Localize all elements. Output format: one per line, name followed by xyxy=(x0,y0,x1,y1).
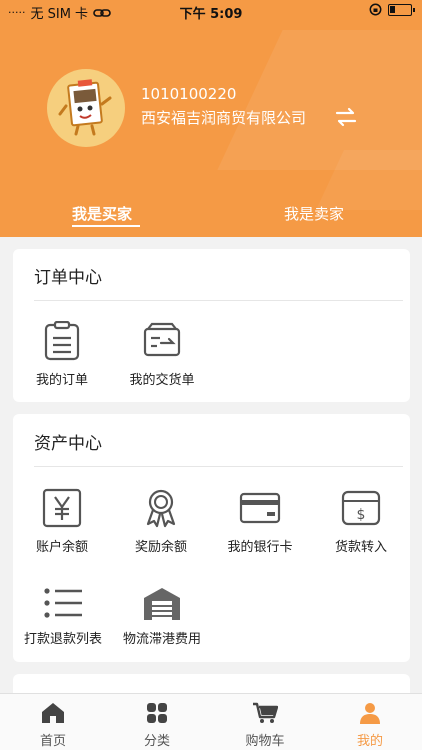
home-icon xyxy=(42,703,64,723)
delivery-note-icon xyxy=(143,322,181,357)
order-list-icon xyxy=(44,321,80,361)
tab-buyer[interactable]: 我是买家 xyxy=(72,203,132,224)
reward-balance-button[interactable]: 奖励余额 xyxy=(111,488,211,555)
item-label: 打款退款列表 xyxy=(23,632,102,647)
my-orders-button[interactable]: 我的订单 xyxy=(12,321,112,388)
bottom-nav: 首页 分类 购物车 我的 xyxy=(0,693,422,750)
divider xyxy=(34,466,403,467)
list-icon xyxy=(44,588,82,618)
battery-level xyxy=(390,5,395,13)
order-center-title: 订单中心 xyxy=(34,268,102,288)
cart-icon xyxy=(253,702,278,723)
tab-seller[interactable]: 我是卖家 xyxy=(284,203,344,224)
asset-center-card: 资产中心 账户余额 奖励余额 我的银行卡 $ 货款转入 打款退款列表 物流滞港费… xyxy=(13,414,410,662)
account-id: 1010100220 xyxy=(141,85,237,103)
nav-home[interactable]: 首页 xyxy=(13,702,93,749)
status-time: 下午 5:09 xyxy=(179,7,243,22)
nav-label: 分类 xyxy=(143,734,170,749)
item-label: 账户余额 xyxy=(35,540,88,555)
company-name: 西安福吉润商贸有限公司 xyxy=(141,109,307,127)
nav-label: 我的 xyxy=(356,734,383,749)
item-label: 奖励余额 xyxy=(134,540,187,555)
order-center-card: 订单中心 我的订单 我的交货单 xyxy=(13,249,410,402)
battery-icon xyxy=(388,3,415,16)
nav-mine[interactable]: 我的 xyxy=(330,702,410,749)
nav-cart[interactable]: 购物车 xyxy=(225,702,305,749)
svg-text:$: $ xyxy=(357,507,366,523)
profile-header: ····· 无 SIM 卡 下午 5:09 1010100220 西安福吉润商贸… xyxy=(0,0,422,237)
logistics-demurrage-button[interactable]: 物流滞港费用 xyxy=(112,586,212,647)
divider xyxy=(34,300,403,301)
payment-refund-list-button[interactable]: 打款退款列表 xyxy=(13,586,113,647)
award-ribbon-icon xyxy=(146,489,176,528)
my-delivery-notes-button[interactable]: 我的交货单 xyxy=(112,321,212,388)
nav-label: 首页 xyxy=(39,734,66,749)
nav-category[interactable]: 分类 xyxy=(117,702,197,749)
account-balance-button[interactable]: 账户余额 xyxy=(12,488,112,555)
rotation-lock-icon xyxy=(369,3,382,16)
dollar-transfer-icon: $ xyxy=(341,490,381,526)
item-label: 我的交货单 xyxy=(129,373,195,388)
item-label: 货款转入 xyxy=(334,540,387,555)
active-tab-indicator xyxy=(72,225,140,227)
user-icon xyxy=(360,703,380,724)
item-label: 我的银行卡 xyxy=(227,540,293,555)
switch-arrows-icon[interactable] xyxy=(334,106,358,128)
item-label: 物流滞港费用 xyxy=(122,632,201,647)
item-label: 我的订单 xyxy=(35,373,88,388)
yen-balance-icon xyxy=(42,488,82,528)
bank-card-icon xyxy=(239,492,281,524)
status-bar: ····· 无 SIM 卡 下午 5:09 xyxy=(0,0,422,22)
mascot-avatar-icon[interactable] xyxy=(47,69,125,147)
my-bank-cards-button[interactable]: 我的银行卡 xyxy=(210,488,310,555)
category-grid-icon xyxy=(147,703,167,723)
nav-label: 购物车 xyxy=(245,734,285,749)
payment-transfer-in-button[interactable]: $ 货款转入 xyxy=(311,488,411,555)
warehouse-icon xyxy=(144,588,180,620)
asset-center-title: 资产中心 xyxy=(34,434,102,454)
